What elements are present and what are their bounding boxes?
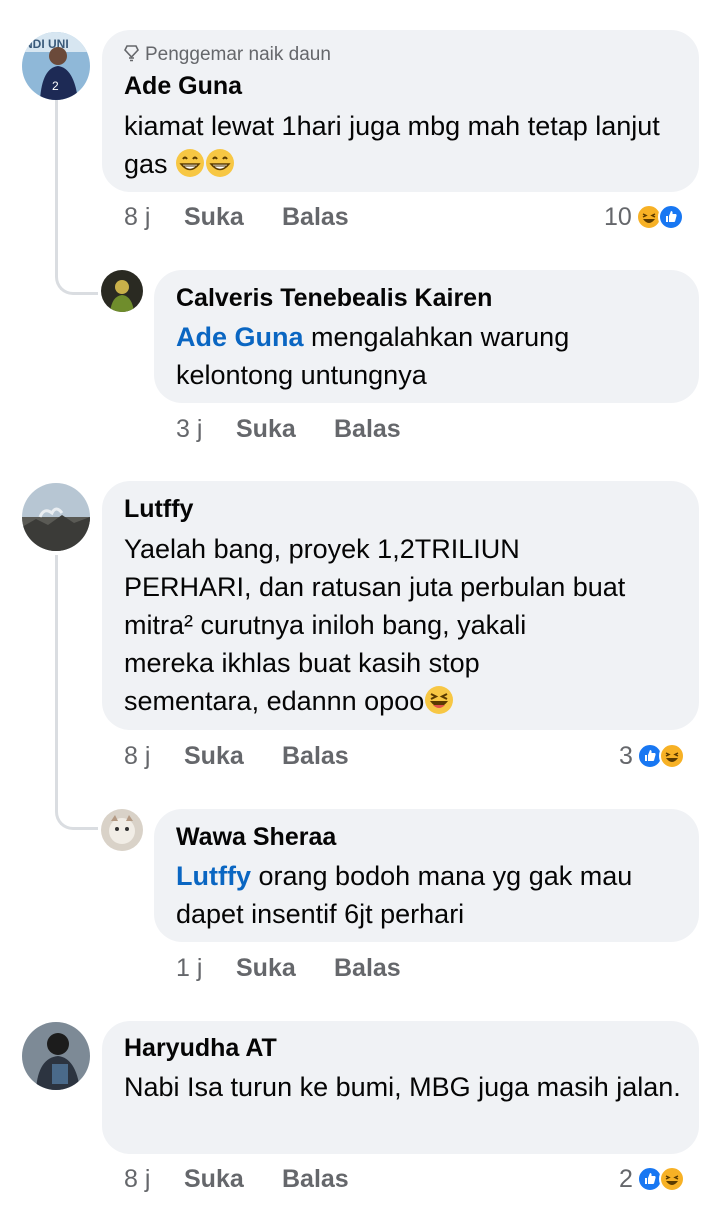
comment-text-line: sementara, edannn opoo xyxy=(124,686,425,716)
reaction-summary[interactable]: 3 xyxy=(619,740,685,772)
fan-badge: Penggemar naik daun xyxy=(124,44,331,66)
grin-emoji-icon xyxy=(176,149,205,177)
comment-text: kiamat lewat 1hari juga mbg mah tetap la… xyxy=(124,107,684,183)
comment-text-line-last: sementara, edannn opoo xyxy=(124,682,694,720)
timestamp[interactable]: 8 j xyxy=(124,1165,184,1194)
mention-link[interactable]: Ade Guna xyxy=(176,322,304,352)
author-name[interactable]: Calveris Tenebealis Kairen xyxy=(176,284,492,313)
haha-icon xyxy=(658,1166,685,1192)
like-button[interactable]: Suka xyxy=(184,203,282,232)
comment-text-line: mitra² curutnya iniloh bang, yakali xyxy=(124,610,527,640)
haha-icon xyxy=(658,743,685,769)
reaction-summary[interactable]: 10 xyxy=(604,201,684,233)
comment-text: Nabi Isa turun ke bumi, MBG juga masih j… xyxy=(124,1068,684,1106)
avatar[interactable] xyxy=(22,1022,90,1090)
reaction-count: 2 xyxy=(619,1164,633,1193)
comment-actions: 1 j Suka Balas xyxy=(176,954,401,983)
reaction-summary[interactable]: 2 xyxy=(619,1163,685,1195)
comment-text-line: mereka ikhlas buat kasih stop xyxy=(124,648,480,678)
thread-connector-2 xyxy=(55,775,98,830)
reply-button[interactable]: Balas xyxy=(334,954,401,983)
comment-text: Ade Guna mengalahkan warung kelontong un… xyxy=(176,318,676,394)
like-icon xyxy=(657,204,684,230)
thread-connector-1 xyxy=(55,240,98,295)
comment-text-body: Nabi Isa turun ke bumi, MBG juga masih j… xyxy=(124,1072,681,1102)
gem-icon xyxy=(124,45,139,62)
avatar[interactable] xyxy=(101,270,143,312)
reply-button[interactable]: Balas xyxy=(282,742,349,771)
comment-text: Lutffy orang bodoh mana yg gak mau dapet… xyxy=(176,857,676,933)
avatar[interactable]: NDI UNI 2 xyxy=(22,32,90,100)
author-name[interactable]: Haryudha AT xyxy=(124,1034,277,1063)
comment-actions: 8 j Suka Balas xyxy=(124,742,349,771)
badge-label: Penggemar naik daun xyxy=(145,44,331,65)
timestamp[interactable]: 8 j xyxy=(124,203,184,232)
comment-actions: 8 j Suka Balas xyxy=(124,203,349,232)
reply-button[interactable]: Balas xyxy=(282,1165,349,1194)
reply-button[interactable]: Balas xyxy=(334,415,401,444)
laughing-emoji-icon xyxy=(425,686,454,714)
comment-text-line: Yaelah bang, proyek 1,2TRILIUN xyxy=(124,534,520,564)
comment-actions: 8 j Suka Balas xyxy=(124,1165,349,1194)
comment-text: Yaelah bang, proyek 1,2TRILIUN PERHARI, … xyxy=(124,530,694,720)
like-button[interactable]: Suka xyxy=(236,415,334,444)
timestamp[interactable]: 8 j xyxy=(124,742,184,771)
like-button[interactable]: Suka xyxy=(184,742,282,771)
avatar[interactable] xyxy=(22,483,90,551)
grin-emoji-icon xyxy=(206,149,235,177)
mention-link[interactable]: Lutffy xyxy=(176,861,251,891)
author-name[interactable]: Lutffy xyxy=(124,495,193,524)
avatar[interactable] xyxy=(101,809,143,851)
thread-line-1 xyxy=(55,100,58,240)
author-name[interactable]: Ade Guna xyxy=(124,72,242,101)
reply-button[interactable]: Balas xyxy=(282,203,349,232)
like-button[interactable]: Suka xyxy=(184,1165,282,1194)
author-name[interactable]: Wawa Sheraa xyxy=(176,823,336,852)
comment-text-line: PERHARI, dan ratusan juta perbulan buat xyxy=(124,572,626,602)
timestamp[interactable]: 3 j xyxy=(176,415,236,444)
timestamp[interactable]: 1 j xyxy=(176,954,236,983)
like-button[interactable]: Suka xyxy=(236,954,334,983)
reaction-count: 3 xyxy=(619,741,633,770)
reaction-count: 10 xyxy=(604,202,632,231)
thread-line-2 xyxy=(55,555,58,775)
comment-actions: 3 j Suka Balas xyxy=(176,415,401,444)
svg-text:2: 2 xyxy=(52,79,59,93)
